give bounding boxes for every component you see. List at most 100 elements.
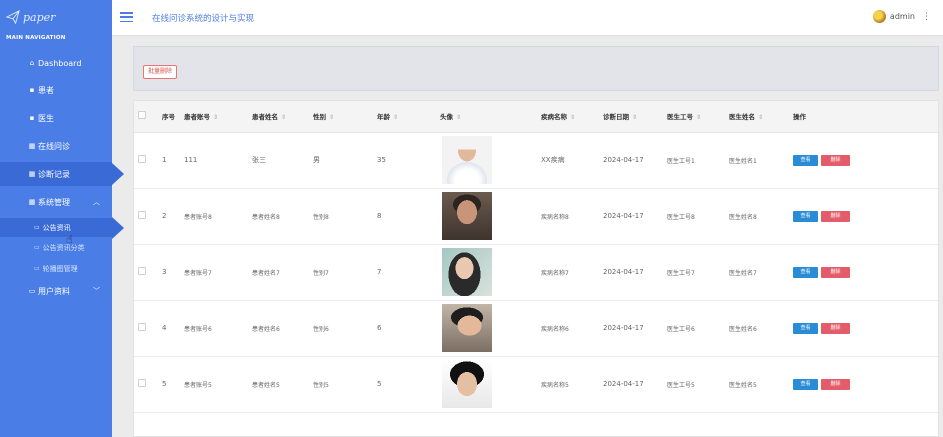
sort-icon[interactable]: ⇕ bbox=[393, 114, 398, 121]
active-subitem-pointer bbox=[112, 217, 124, 239]
cell-index: 2 bbox=[162, 212, 167, 220]
select-all-checkbox[interactable] bbox=[138, 111, 146, 120]
row-select-cell[interactable] bbox=[134, 132, 158, 188]
column-header-gender[interactable]: 性别 ⇕ bbox=[309, 101, 373, 133]
sidebar-item-user-profile[interactable]: ▭ 用户资料 ﹀ bbox=[0, 279, 112, 303]
cell-disease: 疾病名称6 bbox=[541, 325, 569, 333]
menu-toggle-icon[interactable] bbox=[120, 12, 133, 22]
column-header-disease[interactable]: 疾病名称 ⇕ bbox=[537, 101, 599, 133]
cell-age: 6 bbox=[377, 324, 382, 332]
column-header-patient-name[interactable]: 患者姓名 ⇕ bbox=[248, 101, 309, 133]
card-icon: ▭ bbox=[28, 287, 36, 295]
cell-doctor-name: 医生姓名5 bbox=[729, 381, 757, 389]
sidebar-subitem-label: 公告资讯 bbox=[42, 223, 71, 232]
sidebar-item-patients[interactable]: ▪ 患者 bbox=[0, 78, 112, 102]
sort-icon[interactable]: ⇕ bbox=[329, 114, 334, 121]
cell-avatar bbox=[436, 244, 537, 300]
cell-avatar bbox=[436, 188, 537, 244]
cell-age: 35 bbox=[377, 156, 386, 164]
user-menu[interactable]: admin ⋮ bbox=[872, 10, 931, 23]
cell-patient-account: 111 bbox=[184, 156, 198, 164]
cell-patient-account: 患者账号5 bbox=[184, 381, 212, 389]
sidebar-item-label: 在线问诊 bbox=[38, 141, 70, 151]
sort-icon[interactable]: ⇕ bbox=[632, 114, 637, 121]
active-item-pointer bbox=[112, 163, 124, 185]
column-header-age[interactable]: 年龄 ⇕ bbox=[373, 101, 436, 133]
delete-button[interactable]: 删除 bbox=[821, 322, 850, 334]
grid-icon: ▦ bbox=[28, 142, 36, 150]
batch-delete-button[interactable]: 批量删除 bbox=[143, 65, 178, 79]
cell-doctor-name: 医生姓名8 bbox=[729, 213, 757, 221]
delete-button[interactable]: 删除 bbox=[821, 154, 850, 166]
cell-date: 2024-04-17 bbox=[603, 268, 644, 276]
sidebar-subitem-carousel-management[interactable]: ▭ 轮播图管理 bbox=[0, 259, 112, 278]
sidebar-item-label: 诊断记录 bbox=[38, 169, 70, 179]
sidebar-item-doctors[interactable]: ▪ 医生 bbox=[0, 106, 112, 130]
sort-icon[interactable]: ⇕ bbox=[696, 114, 701, 121]
sort-icon[interactable]: ⇕ bbox=[213, 114, 218, 121]
cell-gender: 性别8 bbox=[313, 213, 329, 221]
row-select-cell[interactable] bbox=[134, 188, 158, 244]
view-button[interactable]: 查看 bbox=[793, 378, 818, 390]
sidebar-item-system-management[interactable]: ▦ 系统管理 ︿ bbox=[0, 190, 112, 214]
cell-index: 4 bbox=[162, 324, 167, 332]
sidebar-item-online-consultation[interactable]: ▦ 在线问诊 bbox=[0, 134, 112, 158]
app-title: 在线问诊系统的设计与实现 bbox=[152, 14, 255, 24]
doc-icon: ▪ bbox=[29, 86, 35, 94]
view-button[interactable]: 查看 bbox=[793, 266, 818, 278]
app-logo[interactable]: paper bbox=[6, 8, 55, 26]
sidebar-item-label: 患者 bbox=[38, 85, 54, 95]
sidebar-item-dashboard[interactable]: ⌂ Dashboard bbox=[0, 51, 112, 75]
sidebar-item-label: Dashboard bbox=[38, 58, 82, 68]
row-checkbox[interactable] bbox=[138, 323, 146, 331]
column-header-date[interactable]: 诊断日期 ⇕ bbox=[599, 101, 663, 133]
view-button[interactable]: 查看 bbox=[793, 154, 818, 166]
row-checkbox[interactable] bbox=[138, 211, 146, 219]
view-button[interactable]: 查看 bbox=[793, 322, 818, 334]
sort-icon[interactable]: ⇕ bbox=[456, 114, 461, 121]
delete-button[interactable]: 删除 bbox=[821, 378, 850, 390]
row-checkbox[interactable] bbox=[138, 155, 146, 163]
table-row: 5 患者账号5 患者姓名5 性别5 5 疾病名称5 2024-04-17 医生工号5 医生姓名5… bbox=[134, 356, 938, 412]
cell-patient-account: 患者账号6 bbox=[184, 325, 212, 333]
top-header: 在线问诊系统的设计与实现 admin ⋮ bbox=[112, 0, 943, 36]
select-all-cell[interactable] bbox=[134, 101, 158, 133]
view-button[interactable]: 查看 bbox=[793, 210, 818, 222]
cell-index: 3 bbox=[162, 268, 167, 276]
row-select-cell[interactable] bbox=[134, 356, 158, 412]
row-checkbox[interactable] bbox=[138, 379, 146, 387]
cell-actions: 查看 删除 bbox=[789, 244, 938, 300]
cell-doctor-name: 医生姓名7 bbox=[729, 269, 757, 277]
patient-photo bbox=[442, 192, 492, 240]
row-select-cell[interactable] bbox=[134, 244, 158, 300]
sort-icon[interactable]: ⇕ bbox=[570, 114, 575, 121]
column-header-index: 序号 bbox=[158, 101, 180, 133]
folder-icon: ▭ bbox=[34, 244, 40, 251]
cell-doctor-name: 医生姓名6 bbox=[729, 325, 757, 333]
cell-patient-account: 患者账号8 bbox=[184, 213, 212, 221]
cell-gender: 男 bbox=[313, 156, 320, 164]
more-vertical-icon[interactable]: ⋮ bbox=[922, 12, 931, 22]
row-select-cell[interactable] bbox=[134, 300, 158, 356]
delete-button[interactable]: 删除 bbox=[821, 210, 850, 222]
sort-icon[interactable]: ⇕ bbox=[281, 114, 286, 121]
column-header-avatar[interactable]: 头像 ⇕ bbox=[436, 101, 537, 133]
paper-plane-icon bbox=[6, 10, 20, 24]
sidebar-item-label: 用户资料 bbox=[38, 286, 70, 296]
column-header-doctor-name[interactable]: 医生姓名 ⇕ bbox=[725, 101, 789, 133]
cell-patient-name: 患者姓名6 bbox=[252, 325, 280, 333]
cell-avatar bbox=[436, 132, 537, 188]
sidebar-item-diagnosis-records[interactable]: ▦ 诊断记录 bbox=[0, 162, 112, 186]
sidebar-subitem-announcements[interactable]: ▭ 公告资讯 bbox=[0, 218, 112, 237]
cell-disease: 疾病名称5 bbox=[541, 381, 569, 389]
sort-icon[interactable]: ⇕ bbox=[758, 114, 763, 121]
chevron-down-icon: ﹀ bbox=[93, 287, 100, 295]
row-checkbox[interactable] bbox=[138, 267, 146, 275]
delete-button[interactable]: 删除 bbox=[821, 266, 850, 278]
patient-photo bbox=[442, 136, 492, 184]
column-header-patient-account[interactable]: 患者账号 ⇕ bbox=[180, 101, 248, 133]
column-header-doctor-id[interactable]: 医生工号 ⇕ bbox=[663, 101, 725, 133]
cell-patient-name: 患者姓名5 bbox=[252, 381, 280, 389]
sidebar-subitem-announcement-categories[interactable]: ▭ 公告资讯分类 bbox=[0, 238, 112, 257]
folder-icon: ▭ bbox=[34, 224, 40, 231]
